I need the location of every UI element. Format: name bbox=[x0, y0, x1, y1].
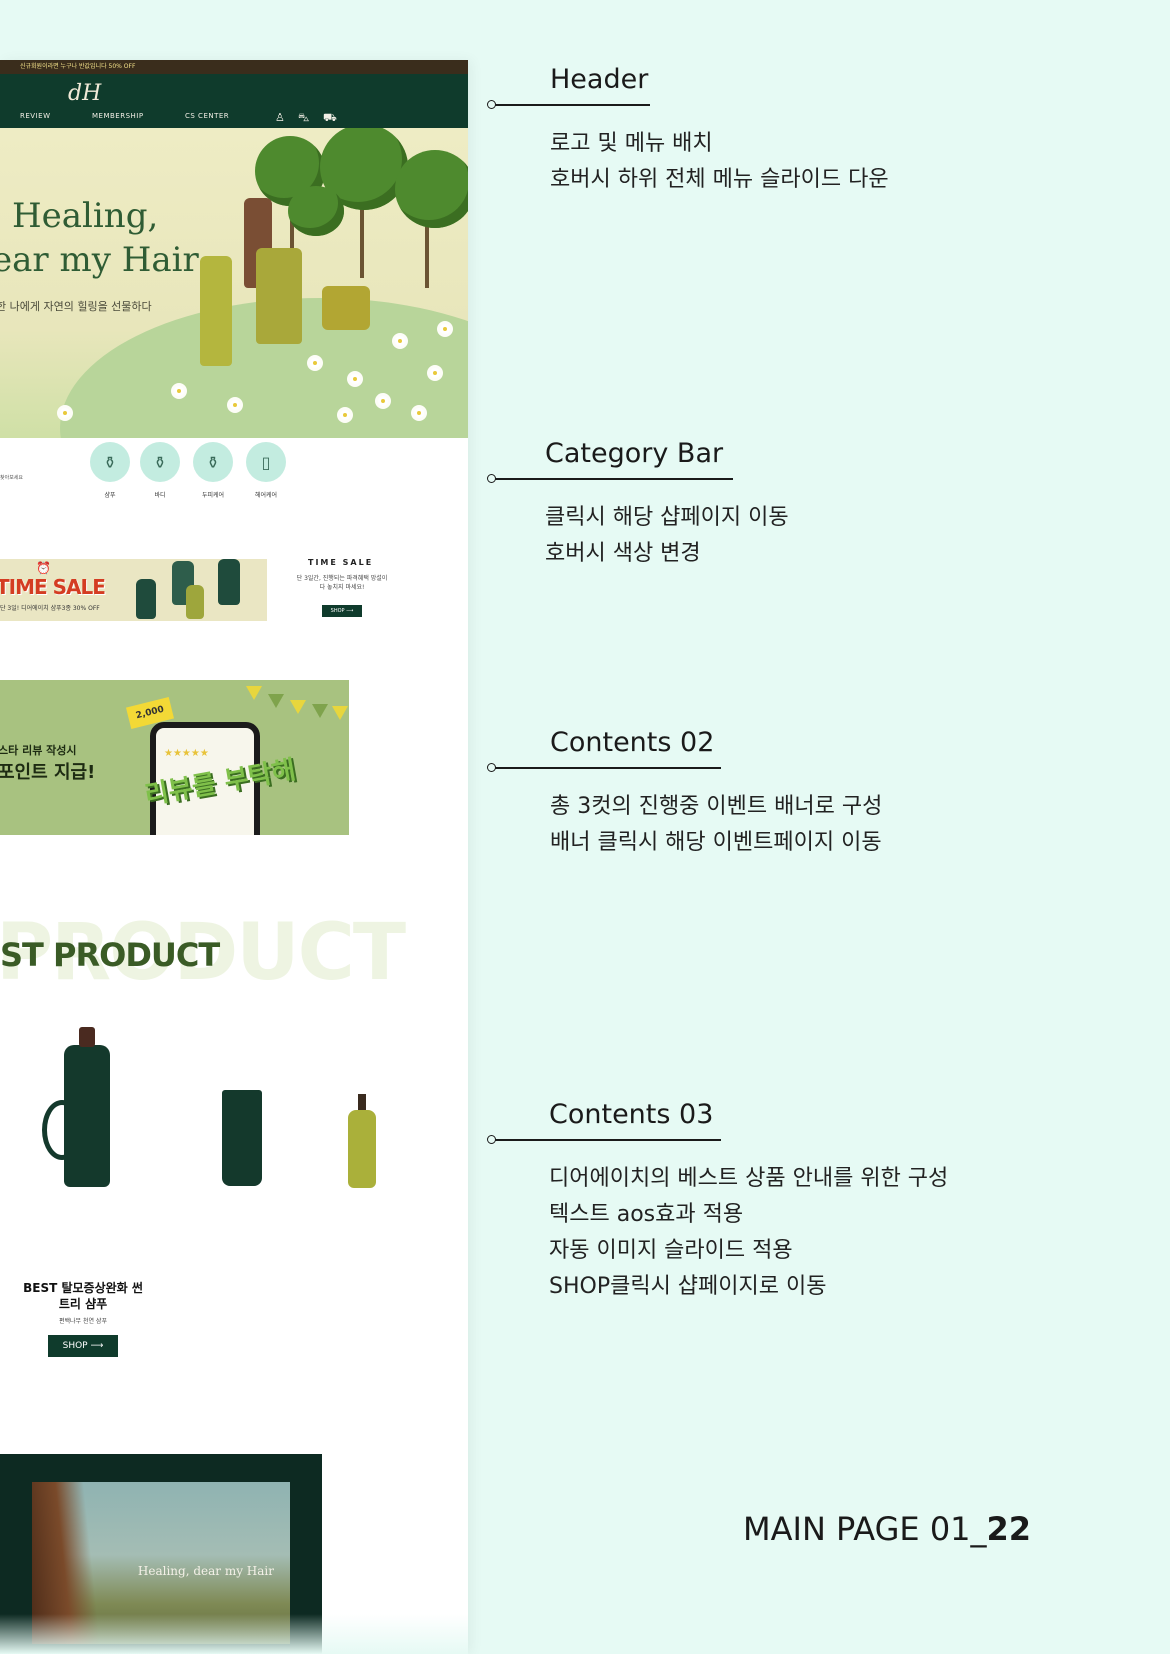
annotation-title: Header bbox=[550, 64, 649, 95]
annotation-title: Contents 02 bbox=[550, 727, 715, 758]
best-product-shop-button[interactable]: SHOP ⟶ bbox=[48, 1335, 118, 1357]
phone-illustration: ★★★★★ 리뷰를 부탁해 bbox=[143, 722, 298, 835]
alarm-clock-icon: ⏰ bbox=[36, 561, 51, 575]
time-sale-subtitle: 단 3일! 디어에이치 샴푸3종 30% OFF bbox=[0, 605, 100, 612]
nav-membership[interactable]: MEMBERSHIP bbox=[92, 112, 144, 120]
time-sale-banner[interactable]: ⏰ TIME SALE 단 3일! 디어에이치 샴푸3종 30% OFF bbox=[0, 559, 267, 621]
hero-subtitle: 한 나에게 자연의 힐링을 선물하다 bbox=[0, 300, 152, 313]
daisy bbox=[430, 368, 440, 378]
daisy bbox=[310, 358, 320, 368]
hero-banner[interactable]: Healing, ear my Hair 한 나에게 자연의 힐링을 선물하다 bbox=[0, 128, 468, 438]
annotation-title: Category Bar bbox=[545, 438, 724, 469]
website-mockup: 신규회원이라면 누구나 반값입니다 50% OFF dH REVIEW MEMB… bbox=[0, 60, 468, 1654]
annotation-desc: 디어에이치의 베스트 상품 안내를 위한 구성 bbox=[549, 1166, 949, 1191]
category-hint: 찾아보세요 bbox=[0, 475, 24, 481]
user-icon[interactable]: ♙ bbox=[275, 111, 285, 124]
shampoo-bottle-icon: ⚱ bbox=[90, 442, 130, 482]
review-banner-line2: 포인트 지급! bbox=[0, 762, 96, 783]
category-label: 바디 bbox=[154, 492, 166, 499]
product-bottle bbox=[256, 248, 302, 344]
page-number-label: MAIN PAGE 01_22 bbox=[743, 1510, 1031, 1548]
category-label: 헤어케어 bbox=[254, 492, 278, 499]
annotation-desc: 텍스트 aos효과 적용 bbox=[549, 1202, 744, 1227]
category-shampoo[interactable]: ⚱ 샴푸 bbox=[89, 442, 131, 499]
annotation-desc: 호버시 하위 전체 메뉴 슬라이드 다운 bbox=[550, 167, 889, 192]
product-jar bbox=[322, 286, 370, 330]
daisy bbox=[174, 386, 184, 396]
review-banner-line1: 스타 리뷰 작성시 bbox=[0, 744, 77, 757]
best-product-title: ST PRODUCT bbox=[0, 936, 220, 974]
annotation-desc: 호버시 색상 변경 bbox=[545, 541, 701, 566]
promo-bar[interactable]: 신규회원이라면 누구나 반값입니다 50% OFF bbox=[0, 60, 468, 74]
annotation-line bbox=[495, 767, 721, 769]
cart-icon[interactable]: ⛍ bbox=[298, 111, 309, 126]
annotation-line bbox=[495, 104, 650, 106]
daisy bbox=[60, 408, 70, 418]
time-sale-side-title: TIME SALE bbox=[308, 558, 374, 567]
annotation-desc: 클릭시 해당 샵페이지 이동 bbox=[545, 505, 789, 530]
star-rating-icon: ★★★★★ bbox=[164, 748, 209, 759]
page-label-prefix: MAIN PAGE 01_ bbox=[743, 1510, 987, 1548]
tree bbox=[395, 150, 468, 228]
annotation-desc: 로고 및 메뉴 배치 bbox=[550, 131, 713, 156]
best-product-pump-bottle[interactable] bbox=[348, 1094, 376, 1188]
video-caption: Healing, dear my Hair bbox=[137, 1564, 274, 1578]
daisy bbox=[440, 324, 450, 334]
best-product-bottle[interactable] bbox=[64, 1027, 110, 1187]
nav-cs-center[interactable]: CS CENTER bbox=[185, 112, 229, 120]
page-label-number: 22 bbox=[986, 1510, 1032, 1548]
site-header: dH REVIEW MEMBERSHIP CS CENTER ♙ ⛍ ⛟ bbox=[0, 74, 468, 128]
category-label: 샴푸 bbox=[104, 492, 116, 499]
daisy bbox=[414, 408, 424, 418]
body-pump-icon: ⚱ bbox=[140, 442, 180, 482]
bunting-flag bbox=[246, 686, 262, 700]
annotation-line bbox=[495, 478, 733, 480]
bunting-flag bbox=[312, 704, 328, 718]
annotation-line bbox=[495, 1139, 721, 1141]
phone-review-text: 리뷰를 부탁해 bbox=[142, 754, 299, 812]
delivery-truck-icon[interactable]: ⛟ bbox=[323, 111, 337, 126]
daisy bbox=[340, 410, 350, 420]
daisy bbox=[350, 374, 360, 384]
hero-heading-line2: ear my Hair bbox=[0, 240, 199, 280]
time-sale-side-desc: 단 3일간, 진행되는 파격혜택 망설이다 놓치지 마세요! bbox=[296, 575, 388, 591]
daisy bbox=[230, 400, 240, 410]
annotation-desc: 배너 클릭시 해당 이벤트페이지 이동 bbox=[550, 830, 882, 855]
hair-tube-icon: ▯ bbox=[246, 442, 286, 482]
tree bbox=[288, 186, 344, 236]
nav-review[interactable]: REVIEW bbox=[20, 112, 50, 120]
best-product-desc: 편백나무 천연 샴푸 bbox=[59, 1318, 107, 1325]
daisy bbox=[378, 396, 388, 406]
best-product-name: BEST 탈모증상완화 썬트리 샴푸 bbox=[23, 1281, 143, 1311]
scalp-bottle-icon: ⚱ bbox=[193, 442, 233, 482]
review-event-banner[interactable]: 스타 리뷰 작성시 포인트 지급! ★★★★★ 리뷰를 부탁해 2,000 bbox=[0, 680, 349, 835]
category-scalp-care[interactable]: ⚱ 두피케어 bbox=[192, 442, 234, 499]
time-sale-shop-button[interactable]: SHOP ⟶ bbox=[322, 605, 362, 617]
category-body[interactable]: ⚱ 바디 bbox=[139, 442, 181, 499]
annotation-desc: SHOP클릭시 샵페이지로 이동 bbox=[549, 1274, 827, 1299]
product-bottle bbox=[218, 559, 240, 605]
bunting-flag bbox=[290, 700, 306, 714]
bunting-flag bbox=[268, 694, 284, 708]
annotation-desc: 자동 이미지 슬라이드 적용 bbox=[549, 1238, 793, 1263]
daisy bbox=[395, 336, 405, 346]
time-sale-title: TIME SALE bbox=[0, 575, 106, 599]
category-hair-care[interactable]: ▯ 헤어케어 bbox=[245, 442, 287, 499]
product-bottle bbox=[186, 585, 204, 619]
hero-heading-line1: Healing, bbox=[12, 196, 159, 236]
bottom-fade bbox=[0, 1614, 468, 1654]
best-product-tube[interactable] bbox=[222, 1090, 262, 1186]
bunting-flag bbox=[332, 706, 348, 720]
annotation-desc: 총 3컷의 진행중 이벤트 배너로 구성 bbox=[550, 794, 883, 819]
category-label: 두피케어 bbox=[201, 492, 225, 499]
brand-logo[interactable]: dH bbox=[68, 80, 108, 108]
annotation-title: Contents 03 bbox=[549, 1099, 714, 1130]
product-bottle bbox=[200, 256, 232, 366]
product-bottle bbox=[136, 579, 156, 619]
